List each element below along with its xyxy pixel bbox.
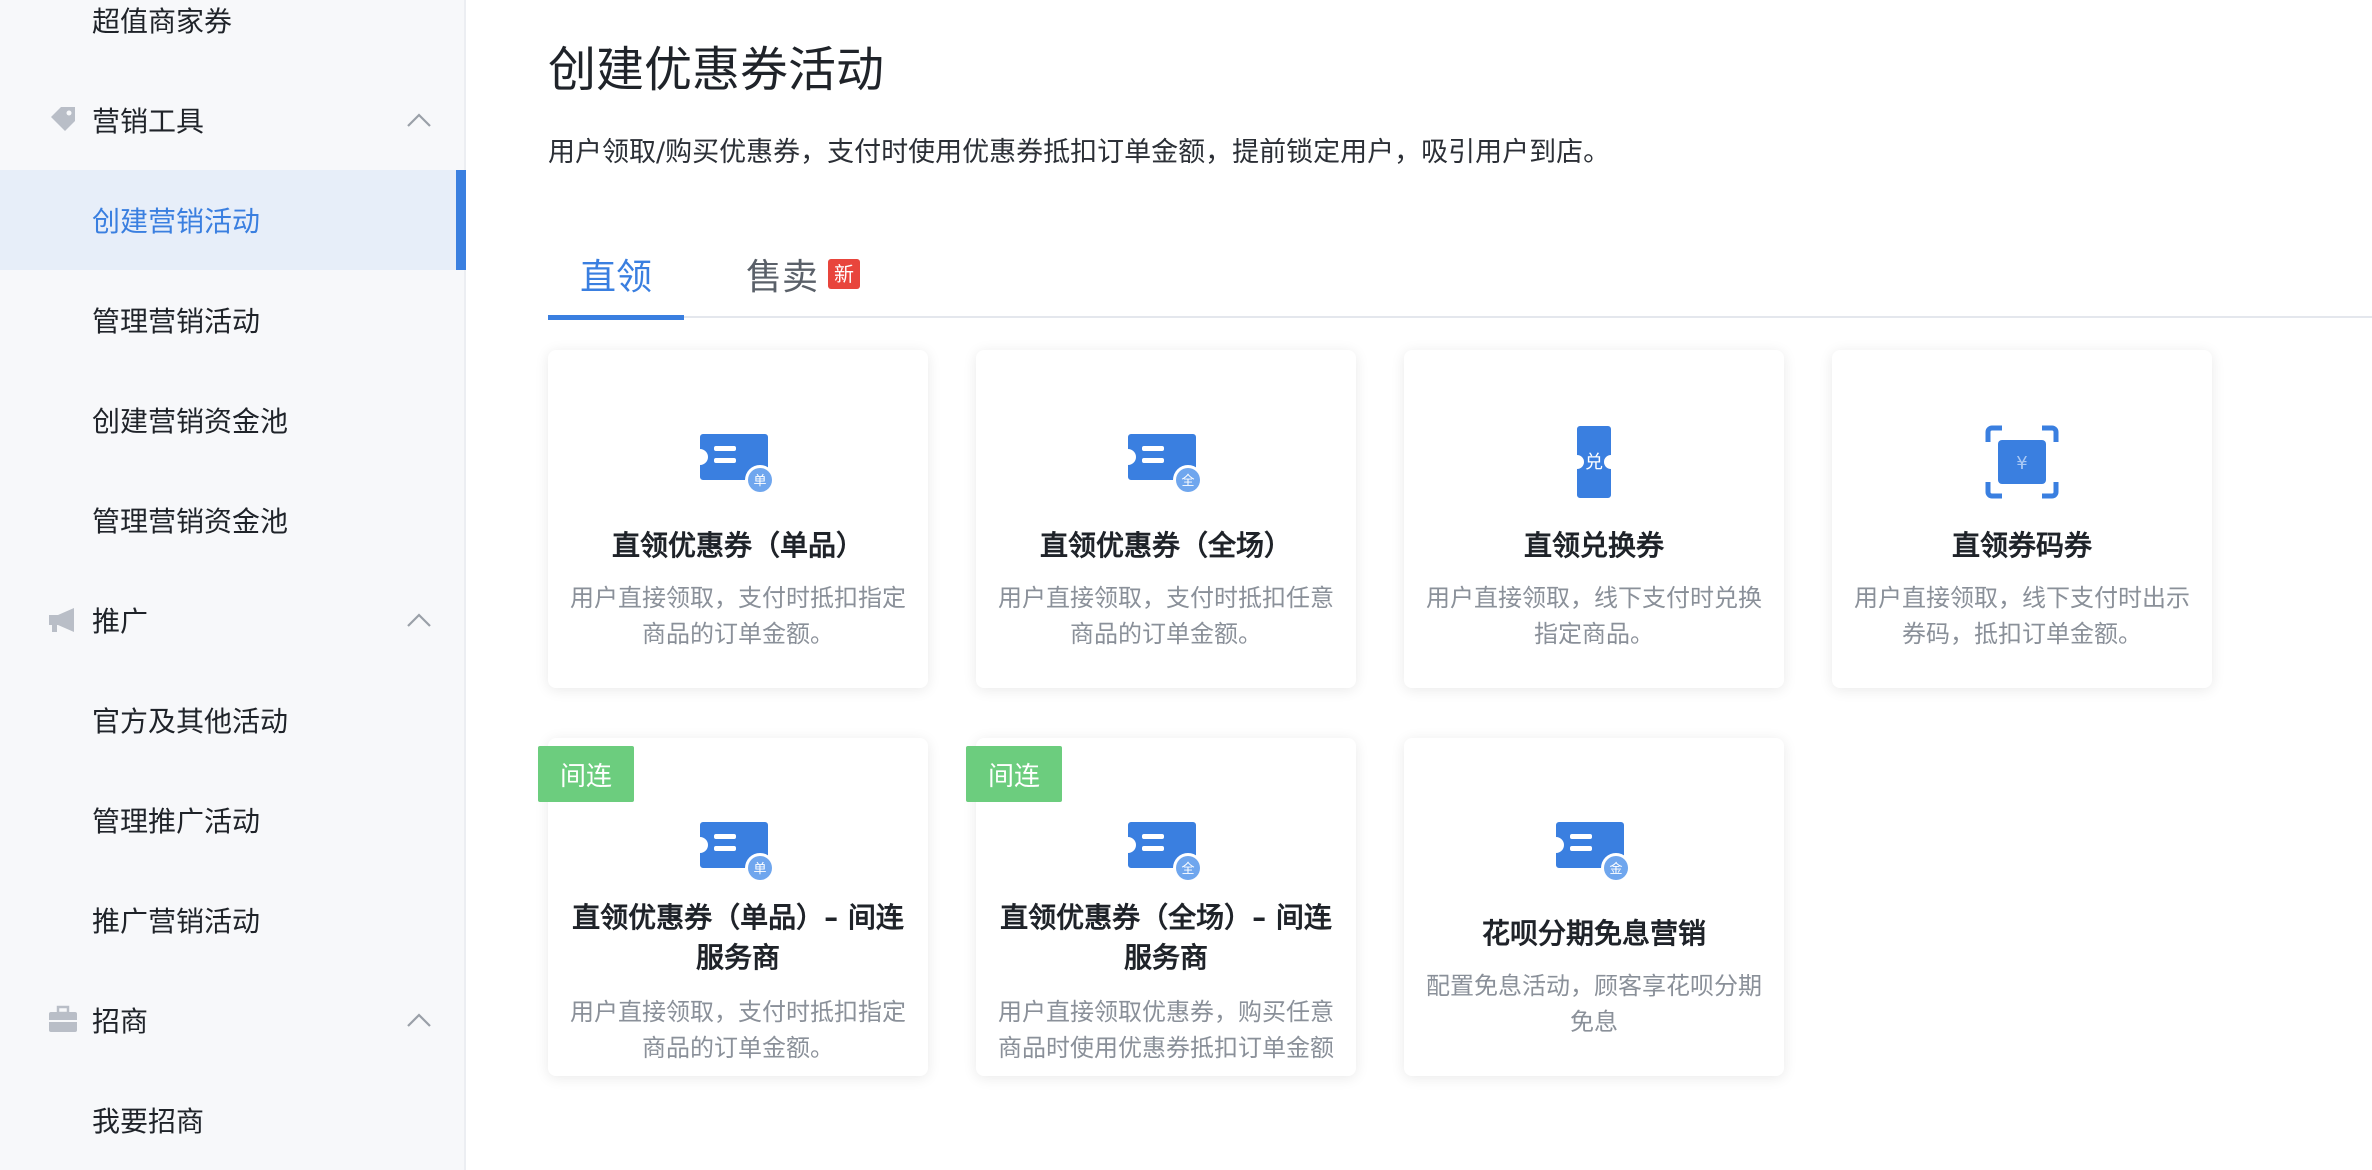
- card-description: 用户直接领取，线下支付时出示券码，抵扣订单金额。: [1854, 584, 2190, 648]
- card-description: 用户直接领取，线下支付时兑换指定商品。: [1426, 584, 1762, 648]
- sidebar-item-manage-fund-pool[interactable]: 管理营销资金池: [0, 470, 466, 570]
- sidebar-item-label: 创建营销资金池: [92, 405, 289, 438]
- card-indirect-coupon-single[interactable]: 间连 单 直领优惠券（单品）– 间连服务商 用户直接领取，支付时抵扣指定商品的订…: [538, 738, 928, 1076]
- chevron-up-icon[interactable]: [406, 112, 432, 128]
- sidebar-item-manage-promotion[interactable]: 管理推广活动: [0, 770, 466, 870]
- indirect-tag: 间连: [966, 746, 1062, 802]
- indirect-tag: 间连: [538, 746, 634, 802]
- sidebar-item-label: 管理营销活动: [92, 305, 261, 338]
- sidebar-item-official-activities[interactable]: 官方及其他活动: [0, 670, 466, 770]
- card-description: 用户直接领取优惠券，购买任意商品时使用优惠券抵扣订单金额: [998, 998, 1334, 1062]
- sidebar-item-manage-marketing-activity[interactable]: 管理营销活动: [0, 270, 466, 370]
- sidebar-group-investment[interactable]: 招商: [0, 970, 466, 1070]
- coupon-icon: 单: [700, 822, 775, 883]
- card-title: 直领兑换券: [1523, 529, 1664, 562]
- page-title: 创建优惠券活动: [548, 42, 885, 98]
- scan-code-icon: ¥: [1985, 425, 2059, 499]
- sidebar-item-label: 推广营销活动: [92, 905, 261, 938]
- sidebar-group-marketing-tools[interactable]: 营销工具: [0, 70, 466, 170]
- icon-badge-text: ¥: [2016, 453, 2027, 474]
- sidebar-item-label: 我要招商: [92, 1105, 205, 1138]
- sidebar-item-create-marketing-activity[interactable]: 创建营销活动: [0, 170, 466, 270]
- sidebar-item-label: 超值商家券: [92, 5, 233, 38]
- coupon-icon: 单: [700, 434, 775, 495]
- card-indirect-coupon-all[interactable]: 间连 全 直领优惠券（全场）– 间连服务商 用户直接领取优惠券，购买任意商品时使…: [966, 738, 1356, 1076]
- sidebar-item-label: 管理营销资金池: [92, 505, 289, 538]
- card-description: 用户直接领取，支付时抵扣指定商品的订单金额。: [570, 998, 906, 1062]
- icon-badge-text: 全: [1181, 473, 1194, 489]
- icon-badge-text: 单: [753, 474, 766, 489]
- sidebar-group-label: 营销工具: [92, 105, 205, 138]
- card-title: 直领优惠券（单品）: [611, 529, 864, 562]
- megaphone-icon: [49, 608, 74, 632]
- card-direct-coupon-all[interactable]: 全 直领优惠券（全场） 用户直接领取，支付时抵扣任意商品的订单金额。: [976, 350, 1356, 688]
- card-huabei-interest-free[interactable]: 金 花呗分期免息营销 配置免息活动，顾客享花呗分期免息: [1404, 738, 1784, 1076]
- card-description: 配置免息活动，顾客享花呗分期免息: [1426, 972, 1762, 1036]
- tab-label: 直领: [579, 257, 652, 298]
- exchange-ticket-icon: 兑: [1577, 426, 1611, 498]
- coupon-icon: 全: [1128, 434, 1203, 495]
- icon-badge-text: 全: [1181, 861, 1194, 877]
- tab-bar: 直领 售卖 新: [548, 230, 2372, 320]
- tag-icon: [51, 107, 75, 131]
- active-tab-underline: [548, 315, 684, 320]
- new-badge: 新: [828, 259, 861, 289]
- card-title: 直领优惠券（单品）– 间连服务商: [572, 901, 904, 974]
- sidebar-item-label: 管理推广活动: [92, 805, 261, 838]
- sidebar-group-promotion[interactable]: 推广: [0, 570, 466, 670]
- sidebar-item-create-fund-pool[interactable]: 创建营销资金池: [0, 370, 466, 470]
- tab-label: 售卖: [746, 257, 819, 298]
- sidebar: 超值商家券 营销工具 创建营销活动 管理营销活动 创建营销资金池 管理营销资金池…: [0, 0, 466, 1170]
- card-title: 直领优惠券（全场）: [1039, 529, 1292, 562]
- icon-badge-text: 金: [1609, 861, 1622, 877]
- card-title: 直领券码券: [1951, 529, 2092, 562]
- chevron-up-icon[interactable]: [406, 1012, 432, 1028]
- sidebar-item-super-merchant-coupon[interactable]: 超值商家券: [0, 0, 466, 70]
- icon-badge-text: 单: [753, 862, 766, 877]
- card-title: 直领优惠券（全场）– 间连服务商: [1000, 901, 1332, 974]
- sidebar-group-label: 招商: [92, 1005, 149, 1038]
- coupon-icon: 金: [1556, 822, 1631, 883]
- card-title: 花呗分期免息营销: [1481, 917, 1706, 950]
- tab-sale[interactable]: 售卖 新: [746, 230, 861, 318]
- main-content: 创建优惠券活动 用户领取/购买优惠券，支付时使用优惠券抵扣订单金额，提前锁定用户…: [466, 0, 2372, 1170]
- tab-direct-claim[interactable]: 直领: [548, 230, 684, 320]
- active-indicator: [456, 170, 466, 270]
- briefcase-icon: [49, 1005, 77, 1032]
- sidebar-group-label: 推广: [92, 605, 149, 638]
- page-description: 用户领取/购买优惠券，支付时使用优惠券抵扣订单金额，提前锁定用户，吸引用户到店。: [548, 137, 1611, 168]
- card-direct-coupon-single[interactable]: 单 直领优惠券（单品） 用户直接领取，支付时抵扣指定商品的订单金额。: [548, 350, 928, 688]
- card-description: 用户直接领取，支付时抵扣任意商品的订单金额。: [998, 584, 1334, 648]
- coupon-icon: 全: [1128, 822, 1203, 883]
- sidebar-item-label: 创建营销活动: [92, 205, 261, 238]
- icon-badge-text: 兑: [1585, 452, 1603, 473]
- sidebar-item-promotion-marketing[interactable]: 推广营销活动: [0, 870, 466, 970]
- sidebar-item-recruit[interactable]: 我要招商: [0, 1070, 466, 1170]
- sidebar-item-label: 官方及其他活动: [92, 705, 289, 738]
- chevron-up-icon[interactable]: [406, 612, 432, 628]
- card-description: 用户直接领取，支付时抵扣指定商品的订单金额。: [570, 584, 906, 648]
- card-direct-exchange-coupon[interactable]: 兑 直领兑换券 用户直接领取，线下支付时兑换指定商品。: [1404, 350, 1784, 688]
- card-direct-code-coupon[interactable]: ¥ 直领券码券 用户直接领取，线下支付时出示券码，抵扣订单金额。: [1832, 350, 2212, 688]
